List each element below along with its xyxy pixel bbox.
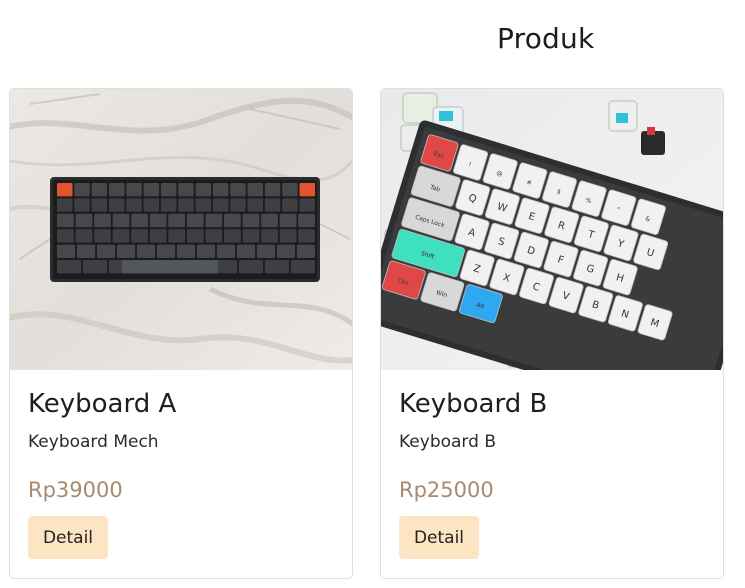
keycap-icon <box>186 213 204 228</box>
keycap-icon <box>74 183 90 197</box>
keycap-icon <box>131 213 148 228</box>
keycap-icon <box>57 260 82 274</box>
keycap-icon <box>160 198 177 212</box>
keycap-icon <box>77 244 96 258</box>
keycap-icon <box>299 183 315 197</box>
keycap-icon <box>143 198 160 212</box>
detail-button[interactable]: Detail <box>28 516 108 559</box>
keycap-icon <box>261 213 278 228</box>
product-image-keyboard-a <box>10 89 352 370</box>
keycap-icon <box>156 244 176 258</box>
product-image-keyboard-b: Esc!@#$%^&TabQWERTYUCaps LockASDFGHShift… <box>381 89 723 370</box>
keycap-icon <box>176 244 196 258</box>
keycap-icon <box>112 229 130 243</box>
keycap-icon <box>75 229 93 243</box>
keycap-icon <box>57 183 73 197</box>
keycap-icon <box>242 213 260 228</box>
keycap-icon <box>230 198 246 212</box>
keycap-icon <box>282 198 298 212</box>
keycap-icon <box>264 198 281 212</box>
product-name: Keyboard B <box>399 389 548 419</box>
keycap-icon <box>264 260 289 274</box>
detail-button[interactable]: Detail <box>399 516 479 559</box>
keycap-icon <box>160 183 177 197</box>
keycap-icon <box>230 183 246 197</box>
keycap-icon <box>195 183 212 197</box>
keycap-icon <box>224 213 241 228</box>
keycap-icon <box>57 213 74 228</box>
keycap-icon <box>264 183 281 197</box>
keycap-icon <box>282 183 298 197</box>
page-title: Produk <box>497 22 595 55</box>
keycap-icon <box>126 198 142 212</box>
product-price: Rp25000 <box>399 478 494 502</box>
keycap-icon <box>74 198 90 212</box>
keycap-icon <box>131 229 148 243</box>
keycap-icon <box>178 198 194 212</box>
keycap-icon <box>205 229 223 243</box>
keycap-icon <box>279 229 297 243</box>
keycap-icon <box>238 260 264 274</box>
keycap-icon <box>298 229 315 243</box>
keycap-icon <box>126 183 142 197</box>
keycap-icon <box>143 183 160 197</box>
keycap-icon <box>168 229 186 243</box>
keycap-icon <box>242 229 260 243</box>
keycap-icon <box>216 244 236 258</box>
keycap-icon <box>247 183 263 197</box>
keycap-icon <box>109 183 125 197</box>
keycap-icon <box>94 213 111 228</box>
keycap-icon <box>236 244 256 258</box>
spacebar-icon <box>122 260 218 274</box>
keycap-icon <box>94 229 111 243</box>
keycap-icon <box>196 244 216 258</box>
keycap-icon <box>117 244 136 258</box>
keycap-icon <box>205 213 223 228</box>
keycap-icon <box>247 198 263 212</box>
product-price: Rp39000 <box>28 478 123 502</box>
keycap-icon <box>296 244 315 258</box>
keycap-icon <box>109 198 125 212</box>
keycap-icon <box>212 183 229 197</box>
keycap-icon <box>261 229 278 243</box>
product-name: Keyboard A <box>28 389 177 419</box>
product-card-a: Keyboard A Keyboard Mech Rp39000 Detail <box>9 88 353 579</box>
keycap-icon <box>57 229 74 243</box>
keycap-icon <box>91 198 108 212</box>
keycap-icon <box>186 229 204 243</box>
keycap-icon <box>112 213 130 228</box>
product-description: Keyboard B <box>399 432 496 452</box>
keycap-icon <box>298 213 315 228</box>
keycap-icon <box>290 260 315 274</box>
product-description: Keyboard Mech <box>28 432 159 452</box>
keycap-icon <box>75 213 93 228</box>
keycap-icon <box>57 198 73 212</box>
keycap-icon <box>299 198 315 212</box>
keycap-icon <box>83 260 108 274</box>
keycap-icon <box>224 229 241 243</box>
keycap-icon <box>149 213 167 228</box>
keycap-icon <box>168 213 186 228</box>
keycap-icon <box>91 183 108 197</box>
keycap-icon <box>212 198 229 212</box>
keycap-icon <box>136 244 156 258</box>
keycap-icon <box>279 213 297 228</box>
keycap-icon <box>195 198 212 212</box>
keycap-icon <box>97 244 116 258</box>
keycap-icon <box>57 244 76 258</box>
keycap-icon <box>256 244 275 258</box>
keycap-icon <box>178 183 194 197</box>
keycap-icon <box>149 229 167 243</box>
keycap-icon <box>276 244 295 258</box>
product-card-b: Esc! @ # $% ^ & Tab Q W E R T Y U Caps Lock A S D F G H Shift… <box>380 88 724 579</box>
